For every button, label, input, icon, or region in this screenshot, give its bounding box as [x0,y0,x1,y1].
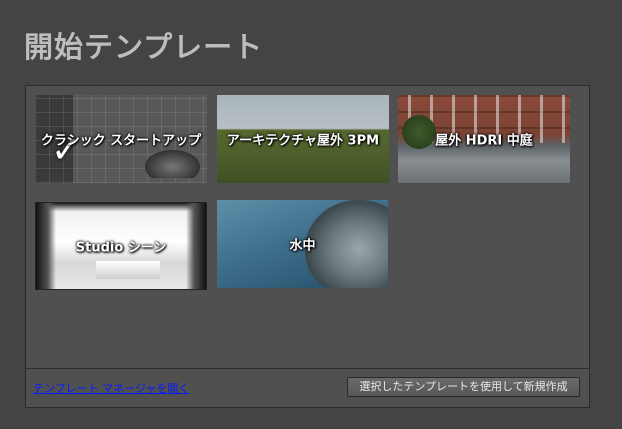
template-underwater[interactable]: 水中 [217,200,388,288]
footer-divider [26,368,589,369]
page-title: 開始テンプレート [24,30,264,64]
template-label: 屋外 HDRI 中庭 [435,133,533,149]
open-template-manager-link[interactable]: テンプレート マネージャを開く [33,380,189,396]
template-classic-startup[interactable]: ✓ クラシック スタートアップ [35,95,207,183]
template-label: アーキテクチャ屋外 3PM [226,133,380,149]
create-new-button[interactable]: 選択したテンプレートを使用して新規作成 [347,377,580,397]
template-label: Studio シーン [75,240,167,256]
template-label: 水中 [289,238,316,254]
template-label: クラシック スタートアップ [40,133,202,149]
studio-platform [96,261,160,279]
thumbnail-rock [145,150,200,178]
template-architecture-outdoor[interactable]: アーキテクチャ屋外 3PM [217,95,389,183]
template-studio-scene[interactable]: Studio シーン [35,202,207,290]
template-gallery: ✓ クラシック スタートアップ アーキテクチャ屋外 3PM 屋外 HDRI 中庭… [25,85,590,408]
template-outdoor-hdri-courtyard[interactable]: 屋外 HDRI 中庭 [398,95,570,183]
